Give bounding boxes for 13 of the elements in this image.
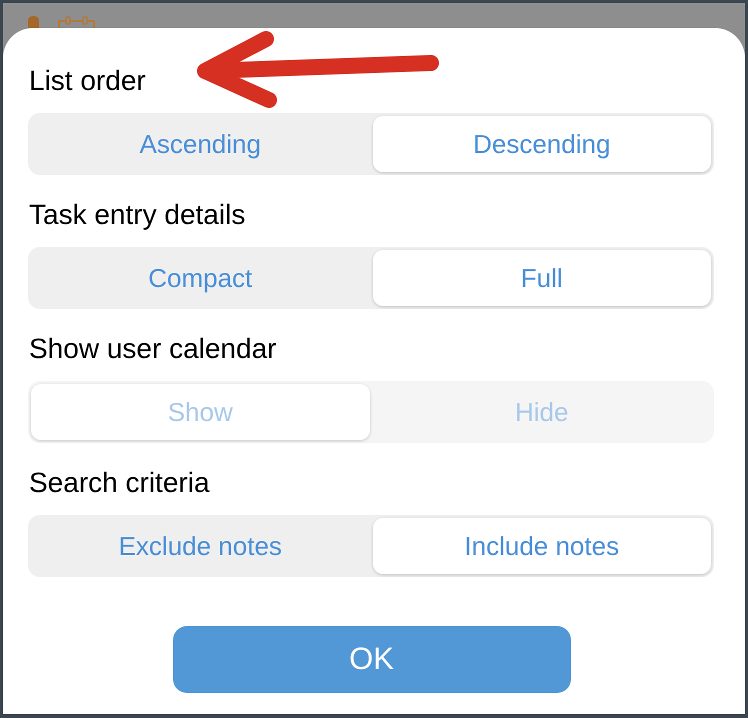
segment-option[interactable]: Descending bbox=[372, 116, 711, 172]
section-label: Search criteria bbox=[28, 467, 210, 499]
section-label: Task entry details bbox=[28, 199, 246, 231]
bar-icon bbox=[28, 16, 39, 28]
ok-button[interactable]: OK bbox=[172, 626, 570, 693]
segment-option[interactable]: Include notes bbox=[372, 518, 711, 574]
section-label: List order bbox=[28, 65, 146, 97]
calendar-icon bbox=[58, 16, 95, 28]
segment-option[interactable]: Ascending bbox=[31, 116, 370, 172]
segment-option[interactable]: Full bbox=[372, 250, 711, 306]
section-label: Show user calendar bbox=[28, 333, 276, 365]
segment-option[interactable]: Compact bbox=[31, 250, 370, 306]
segment-option[interactable]: Exclude notes bbox=[31, 518, 370, 574]
